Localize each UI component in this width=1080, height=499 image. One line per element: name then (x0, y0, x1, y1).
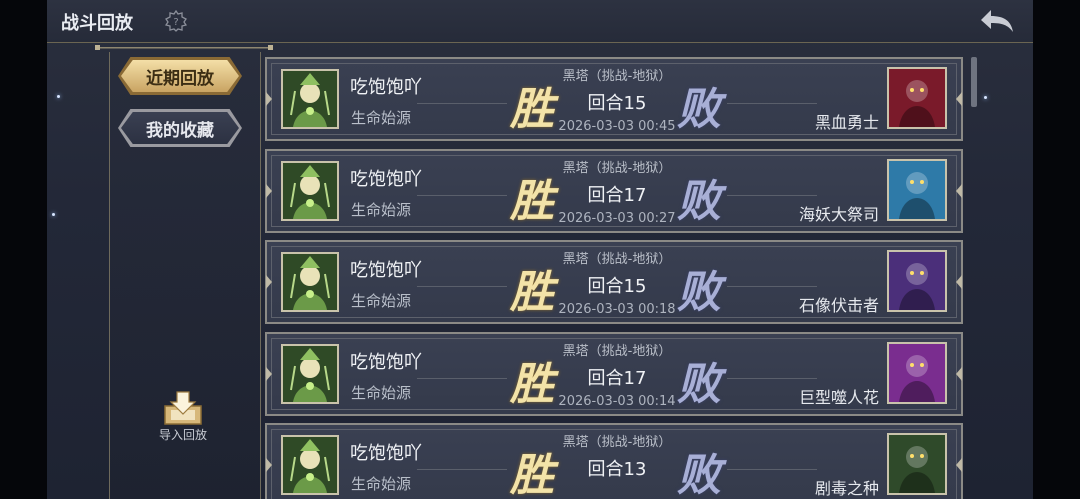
back-arrow-icon[interactable] (977, 6, 1017, 36)
row-left-marker (266, 275, 272, 289)
decor-line (417, 195, 507, 196)
row-left-marker (266, 92, 272, 106)
player-avatar (281, 344, 339, 404)
page-title: 战斗回放 (61, 13, 133, 34)
decor-line (727, 286, 817, 287)
player-name: 吃饱饱吖 (350, 260, 422, 281)
help-gear-icon[interactable]: ? (165, 10, 187, 32)
star-decoration (52, 213, 55, 216)
round-count: 回合17 (587, 368, 647, 389)
row-right-marker (956, 184, 962, 198)
decor-line (727, 103, 817, 104)
star-decoration (984, 96, 987, 99)
opponent-name: 黑血勇士 (814, 113, 879, 132)
round-count: 回合13 (587, 459, 647, 480)
battle-mode: 黑塔（挑战-地狱） (562, 161, 672, 176)
row-right-marker (956, 367, 962, 381)
win-badge: 胜 (510, 450, 554, 499)
decor-line (727, 469, 817, 470)
player-name: 吃饱饱吖 (350, 352, 422, 373)
player-name: 吃饱饱吖 (350, 443, 422, 464)
row-right-marker (956, 458, 962, 472)
decor-line (417, 378, 507, 379)
row-left-marker (266, 367, 272, 381)
player-role: 生命始源 (351, 475, 412, 493)
replay-record[interactable]: 吃饱饱吖 生命始源 胜 黑塔（挑战-地狱） 回合13 败 剧毒之种 (265, 423, 963, 499)
player-avatar (281, 69, 339, 129)
lose-badge: 败 (677, 176, 721, 227)
gargoyle-icon (887, 250, 947, 312)
opponent-name: 剧毒之种 (814, 479, 879, 498)
player-role: 生命始源 (351, 109, 412, 127)
replay-record[interactable]: 吃饱饱吖 生命始源 胜 黑塔（挑战-地狱） 回合15 2026-03-03 00… (265, 240, 963, 324)
player-role: 生命始源 (351, 384, 412, 402)
round-count: 回合15 (587, 276, 647, 297)
decor-line (727, 378, 817, 379)
round-count: 回合15 (587, 93, 647, 114)
import-replay-label: 导入回放 (158, 428, 207, 442)
dark-knight-icon (887, 67, 947, 129)
import-replay-button[interactable]: 导入回放 (153, 388, 213, 448)
decor-line (417, 286, 507, 287)
replay-record[interactable]: 吃饱饱吖 生命始源 胜 黑塔（挑战-地狱） 回合15 2026-03-03 00… (265, 57, 963, 141)
lose-badge: 败 (677, 359, 721, 410)
battle-time: 2026-03-03 00:45 (558, 119, 676, 134)
replay-record[interactable]: 吃饱饱吖 生命始源 胜 黑塔（挑战-地狱） 回合17 2026-03-03 00… (265, 149, 963, 233)
decor-line (417, 103, 507, 104)
player-name: 吃饱饱吖 (350, 169, 422, 190)
row-right-marker (956, 275, 962, 289)
lose-badge: 败 (677, 450, 721, 499)
battle-mode: 黑塔（挑战-地狱） (562, 435, 672, 450)
scrollbar[interactable] (971, 57, 977, 107)
maneater-flower-icon (887, 342, 947, 404)
panel-divider (95, 45, 273, 50)
opponent-name: 巨型噬人花 (798, 388, 879, 407)
decor-line (417, 469, 507, 470)
battle-mode: 黑塔（挑战-地狱） (562, 69, 672, 84)
import-download-icon (164, 391, 202, 425)
player-avatar (281, 252, 339, 312)
player-role: 生命始源 (351, 201, 412, 219)
player-avatar (281, 435, 339, 495)
lose-badge: 败 (677, 84, 721, 135)
battle-time: 2026-03-03 00:18 (558, 302, 676, 317)
lose-badge: 败 (677, 267, 721, 318)
siren-priest-icon (887, 159, 947, 221)
player-name: 吃饱饱吖 (350, 77, 422, 98)
battle-time: 2026-03-03 00:14 (558, 394, 676, 409)
star-decoration (57, 95, 60, 98)
tab-my-favorites[interactable]: 我的收藏 (121, 112, 239, 144)
battle-mode: 黑塔（挑战-地狱） (562, 344, 672, 359)
decor-line (727, 195, 817, 196)
toxic-seed-icon (887, 433, 947, 495)
svg-text:?: ? (173, 17, 178, 28)
row-right-marker (956, 92, 962, 106)
opponent-name: 海妖大祭司 (798, 205, 879, 224)
replay-record[interactable]: 吃饱饱吖 生命始源 胜 黑塔（挑战-地狱） 回合17 2026-03-03 00… (265, 332, 963, 416)
player-role: 生命始源 (351, 292, 412, 310)
battle-mode: 黑塔（挑战-地狱） (562, 252, 672, 267)
opponent-name: 石像伏击者 (798, 296, 879, 315)
tab-recent-replays[interactable]: 近期回放 (121, 60, 239, 92)
replay-list: 吃饱饱吖 生命始源 胜 黑塔（挑战-地狱） 回合15 2026-03-03 00… (265, 57, 965, 499)
battle-replay-window: 战斗回放 ? 近期回放 我的收藏 导入回放 吃饱饱吖 生命始源 胜 黑塔（挑战-… (47, 0, 1033, 499)
player-avatar (281, 161, 339, 221)
title-bar: 战斗回放 ? (47, 0, 1033, 43)
row-left-marker (266, 184, 272, 198)
battle-time: 2026-03-03 00:27 (558, 211, 676, 226)
round-count: 回合17 (587, 185, 647, 206)
row-left-marker (266, 458, 272, 472)
